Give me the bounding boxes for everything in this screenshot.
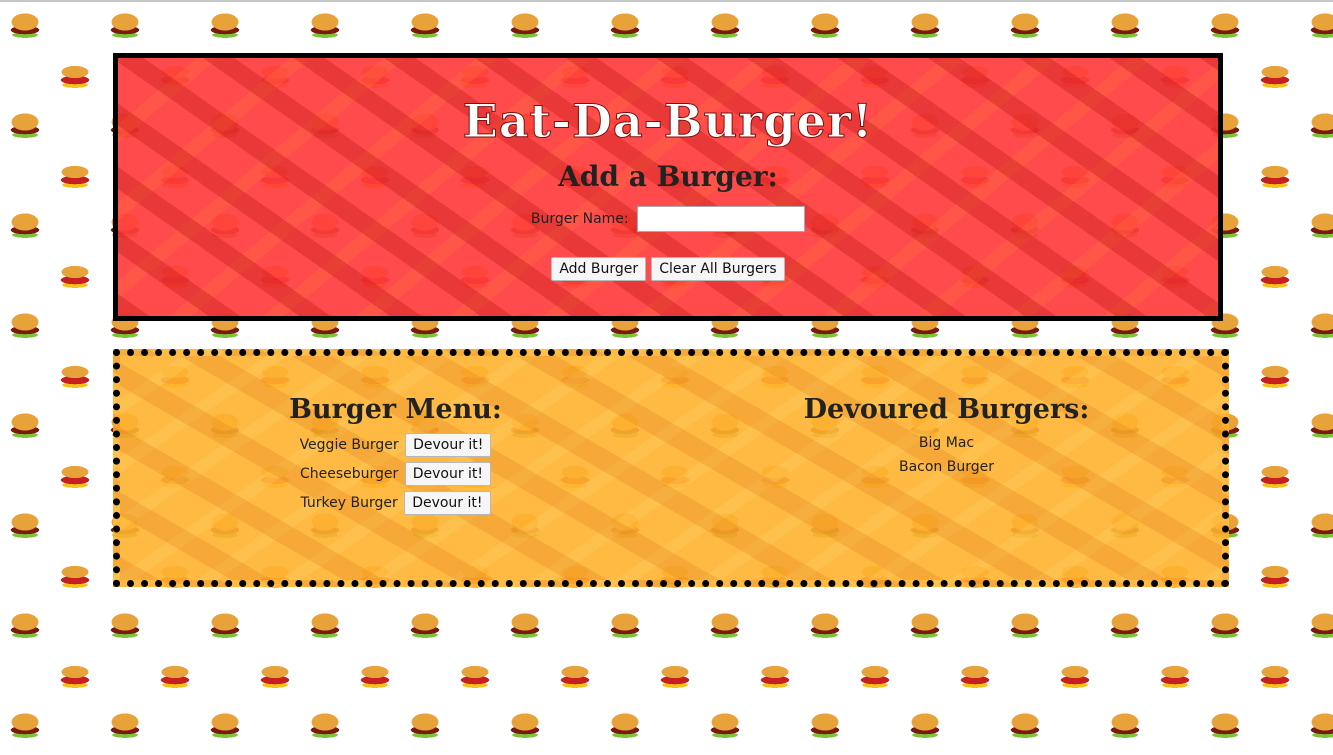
add-burger-panel: Eat-Da-Burger! Add a Burger: Burger Name… — [113, 53, 1223, 321]
burger-name-row: Burger Name: — [118, 206, 1218, 232]
menu-item-name: Veggie Burger — [299, 437, 399, 453]
burger-name-label: Burger Name: — [530, 211, 629, 227]
menu-item: Veggie Burger Devour it! — [120, 431, 671, 460]
devoured-burgers-heading: Devoured Burgers: — [803, 394, 1090, 425]
devour-button[interactable]: Devour it! — [404, 491, 491, 515]
menu-item: Cheeseburger Devour it! — [120, 460, 671, 489]
burger-name-input[interactable] — [637, 206, 806, 232]
devour-button[interactable]: Devour it! — [404, 462, 492, 486]
burger-lists-panel: Burger Menu: Veggie Burger Devour it! Ch… — [113, 349, 1229, 587]
add-burger-button[interactable]: Add Burger — [551, 257, 647, 281]
burger-menu-column: Burger Menu: Veggie Burger Devour it! Ch… — [120, 394, 671, 518]
menu-item-name: Turkey Burger — [300, 495, 398, 511]
page-title: Eat-Da-Burger! — [462, 94, 874, 149]
add-burger-heading: Add a Burger: — [558, 160, 778, 193]
add-burger-actions: Add Burger Clear All Burgers — [118, 257, 1218, 281]
devoured-burgers-column: Devoured Burgers: Big Mac Bacon Burger — [671, 394, 1222, 479]
menu-item-name: Cheeseburger — [299, 466, 399, 482]
devour-button[interactable]: Devour it! — [405, 433, 492, 457]
menu-item: Turkey Burger Devour it! — [120, 489, 671, 518]
burger-menu-heading: Burger Menu: — [289, 394, 502, 425]
browser-top-edge — [0, 0, 1333, 2]
clear-all-burgers-button[interactable]: Clear All Burgers — [651, 257, 785, 281]
devoured-item: Big Mac — [918, 435, 975, 451]
devoured-item: Bacon Burger — [898, 459, 994, 475]
